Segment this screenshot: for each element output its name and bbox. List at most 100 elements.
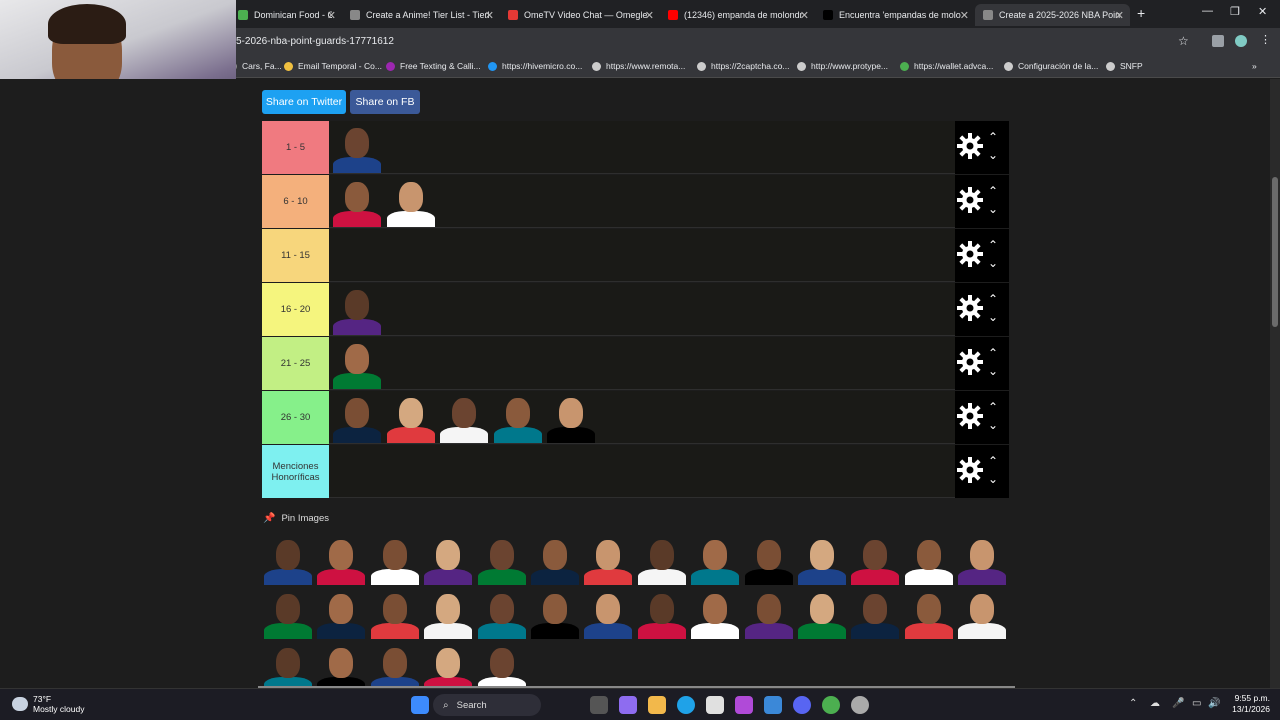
close-window-icon[interactable]: ✕ [1258, 5, 1267, 18]
pool-player-image[interactable] [796, 589, 848, 639]
tier-dropzone[interactable] [329, 229, 955, 282]
bookmark-item[interactable]: http://www.protype... [797, 61, 888, 71]
bookmark-item[interactable]: Email Temporal - Co... [284, 61, 382, 71]
ranked-player-image[interactable] [331, 393, 383, 443]
vertical-scrollbar[interactable] [1270, 79, 1280, 688]
move-up-chevron-icon[interactable]: ⌃ [988, 239, 998, 251]
pool-player-image[interactable] [582, 589, 634, 639]
volume-icon[interactable]: 🔊 [1208, 698, 1220, 709]
pool-player-image[interactable] [529, 589, 581, 639]
move-down-chevron-icon[interactable]: ⌄ [988, 365, 998, 377]
app-icon[interactable] [735, 696, 753, 714]
pool-player-image[interactable] [636, 589, 688, 639]
tier-label[interactable]: Menciones Honoríficas [262, 445, 329, 498]
move-down-chevron-icon[interactable]: ⌄ [988, 311, 998, 323]
close-tab-icon[interactable]: ✕ [1115, 9, 1124, 22]
task-view-icon[interactable] [590, 696, 608, 714]
pool-player-image[interactable] [743, 535, 795, 585]
ranked-player-image[interactable] [385, 177, 437, 227]
browser-tab[interactable]: Dominican Food - Co ✕ [230, 4, 342, 26]
pool-player-image[interactable] [315, 535, 367, 585]
tier-label[interactable]: 1 - 5 [262, 121, 329, 174]
tier-label[interactable]: 11 - 15 [262, 229, 329, 282]
pool-player-image[interactable] [743, 589, 795, 639]
move-up-chevron-icon[interactable]: ⌃ [988, 293, 998, 305]
pool-player-image[interactable] [529, 535, 581, 585]
url-field[interactable]: 5-2026-nba-point-guards-17771612 [236, 36, 394, 47]
ranked-player-image[interactable] [545, 393, 597, 443]
edge-icon[interactable] [677, 696, 695, 714]
bookmark-item[interactable]: SNFP [1106, 61, 1143, 71]
bookmark-item[interactable]: https://www.remota... [592, 61, 685, 71]
mail-icon[interactable] [764, 696, 782, 714]
browser-tab[interactable]: Create a Anime! Tier List - Tierl ✕ [342, 4, 500, 26]
move-down-chevron-icon[interactable]: ⌄ [988, 419, 998, 431]
move-down-chevron-icon[interactable]: ⌄ [988, 203, 998, 215]
more-bookmarks-icon[interactable]: » [1252, 61, 1257, 71]
move-up-chevron-icon[interactable]: ⌃ [988, 401, 998, 413]
system-clock[interactable]: 9:55 p.m. 13/1/2026 [1222, 693, 1270, 716]
close-tab-icon[interactable]: ✕ [327, 9, 336, 22]
bookmark-item[interactable]: Free Texting & Calli... [386, 61, 481, 71]
pool-player-image[interactable] [636, 535, 688, 585]
tier-dropzone[interactable] [329, 445, 955, 498]
browser-tab[interactable]: OmeTV Video Chat — Omegle ✕ [500, 4, 660, 26]
tier-dropzone[interactable] [329, 121, 955, 174]
close-tab-icon[interactable]: ✕ [960, 9, 969, 22]
ranked-player-image[interactable] [331, 339, 383, 389]
bookmark-item[interactable]: Configuración de la... [1004, 61, 1098, 71]
menu-icon[interactable]: ⋮ [1260, 33, 1272, 46]
move-down-chevron-icon[interactable]: ⌄ [988, 473, 998, 485]
start-icon[interactable] [411, 696, 429, 714]
move-up-chevron-icon[interactable]: ⌃ [988, 347, 998, 359]
pool-player-image[interactable] [849, 535, 901, 585]
bookmark-item[interactable]: https://wallet.advca... [900, 61, 993, 71]
bookmark-star-icon[interactable]: ☆ [1178, 34, 1189, 48]
pool-player-image[interactable] [956, 589, 1008, 639]
chevron-up-icon[interactable]: ⌃ [1129, 698, 1137, 709]
pool-player-image[interactable] [903, 589, 955, 639]
pool-player-image[interactable] [476, 535, 528, 585]
profile-avatar[interactable] [1235, 35, 1247, 47]
tier-label[interactable]: 6 - 10 [262, 175, 329, 228]
mic-icon[interactable]: 🎤 [1172, 698, 1184, 709]
ranked-player-image[interactable] [385, 393, 437, 443]
pool-player-image[interactable] [315, 589, 367, 639]
minimize-icon[interactable]: — [1202, 5, 1213, 17]
tier-label[interactable]: 21 - 25 [262, 337, 329, 390]
chrome-icon[interactable] [822, 696, 840, 714]
close-tab-icon[interactable]: ✕ [800, 9, 809, 22]
share-twitter-button[interactable]: Share on Twitter [262, 90, 346, 114]
move-down-chevron-icon[interactable]: ⌄ [988, 257, 998, 269]
move-up-chevron-icon[interactable]: ⌃ [988, 131, 998, 143]
move-down-chevron-icon[interactable]: ⌄ [988, 149, 998, 161]
pool-player-image[interactable] [796, 535, 848, 585]
close-tab-icon[interactable]: ✕ [485, 9, 494, 22]
tier-dropzone[interactable] [329, 337, 955, 390]
discord-icon[interactable] [793, 696, 811, 714]
tier-label[interactable]: 26 - 30 [262, 391, 329, 444]
tier-label[interactable]: 16 - 20 [262, 283, 329, 336]
app2-icon[interactable] [851, 696, 869, 714]
pool-player-image[interactable] [956, 535, 1008, 585]
ranked-player-image[interactable] [331, 285, 383, 335]
pool-player-image[interactable] [476, 589, 528, 639]
pool-player-image[interactable] [849, 589, 901, 639]
browser-tab[interactable]: Create a 2025-2026 NBA Point ✕ [975, 4, 1130, 26]
move-up-chevron-icon[interactable]: ⌃ [988, 185, 998, 197]
taskbar-search[interactable]: ⌕ Search [433, 694, 541, 716]
share-fb-button[interactable]: Share on FB [350, 90, 420, 114]
pool-player-image[interactable] [262, 535, 314, 585]
ranked-player-image[interactable] [492, 393, 544, 443]
network-icon[interactable]: ▭ [1192, 698, 1201, 709]
pool-player-image[interactable] [369, 535, 421, 585]
pool-player-image[interactable] [262, 589, 314, 639]
maximize-icon[interactable]: ❐ [1230, 5, 1240, 18]
bookmark-item[interactable]: https://hivemicro.co... [488, 61, 582, 71]
copilot-icon[interactable] [619, 696, 637, 714]
pool-player-image[interactable] [689, 589, 741, 639]
ranked-player-image[interactable] [331, 123, 383, 173]
weather-widget[interactable]: 73°F Mostly cloudy [12, 694, 85, 714]
tier-dropzone[interactable] [329, 391, 955, 444]
pool-player-image[interactable] [582, 535, 634, 585]
